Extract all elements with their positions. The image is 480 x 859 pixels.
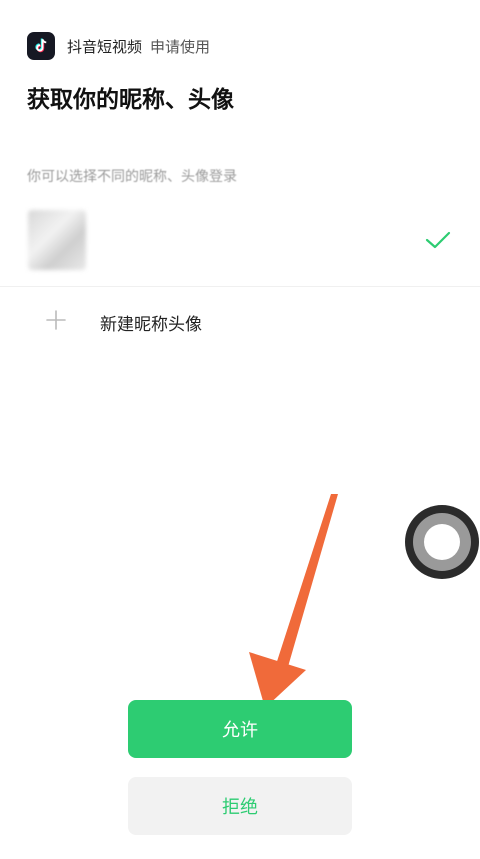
allow-button[interactable]: 允许	[128, 700, 352, 758]
assistive-touch-button[interactable]	[405, 505, 479, 579]
deny-button[interactable]: 拒绝	[128, 777, 352, 835]
